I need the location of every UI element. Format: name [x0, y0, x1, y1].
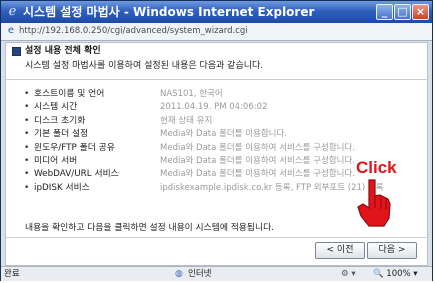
page-description: 시스템 설정 마법사를 이용하여 설정된 내용은 다음과 같습니다. — [25, 61, 264, 71]
title-bar[interactable]: ℯ 시스템 설정 마법사 - Windows Internet Explorer… — [1, 1, 432, 23]
zoom-level[interactable]: 🔍 100% ▾ — [373, 268, 418, 280]
protected-mode-icon[interactable]: ⚙ ▾ — [341, 268, 356, 280]
setting-label: ipDISK 서비스 — [34, 182, 90, 193]
setting-value: Media와 Data 폴더를 이용하여 서비스를 구성합니다. — [160, 169, 355, 180]
bullet-icon: • — [24, 169, 30, 180]
list-item: • 디스크 초기화 현재 상태 유지 — [6, 114, 427, 127]
page-icon: e — [7, 25, 15, 36]
list-item: • 기본 폴더 설정 Media와 Data 폴더를 이용합니다. — [6, 127, 427, 140]
setting-label: 기본 폴더 설정 — [34, 129, 89, 140]
setting-label: 호스트이름 및 언어 — [34, 89, 105, 99]
close-button[interactable]: × — [412, 4, 429, 20]
setting-value: 현재 상태 유지 — [160, 115, 213, 126]
setting-value: 2011.04.19. PM 04:06:02 — [160, 102, 268, 113]
setting-label: 미디어 서버 — [34, 155, 78, 166]
list-item: • 시스템 시간 2011.04.19. PM 04:06:02 — [6, 100, 427, 113]
zoom-value: 100% — [386, 269, 411, 279]
ie-logo-icon: ℯ — [8, 4, 17, 19]
setting-value: Media와 Data 폴더를 이용하여 서비스를 구성합니다. — [160, 155, 355, 166]
prev-button[interactable]: < 이전 — [315, 242, 365, 259]
setting-value: Media와 Data 폴더를 이용합니다. — [160, 129, 288, 140]
window-title: 시스템 설정 마법사 - Windows Internet Explorer — [23, 5, 315, 19]
page-title: 설정 내용 전체 확인 — [25, 46, 101, 56]
browser-window: ℯ 시스템 설정 마법사 - Windows Internet Explorer… — [0, 0, 433, 281]
setting-value: Media와 Data 폴더를 이용하여 서비스를 구성합니다. — [160, 142, 355, 153]
address-bar[interactable]: e http://192.168.0.250/cgi/advanced/syst… — [1, 23, 432, 41]
list-item: • 윈도우/FTP 폴더 공유 Media와 Data 폴더를 이용하여 서비스… — [6, 141, 427, 154]
address-text[interactable]: http://192.168.0.250/cgi/advanced/system… — [19, 25, 248, 38]
divider — [6, 237, 427, 238]
status-text: 완료 — [4, 269, 20, 279]
globe-icon: ◍ — [175, 269, 183, 279]
click-annotation: Click — [356, 158, 397, 177]
bullet-icon: • — [24, 102, 30, 113]
bullet-icon: • — [24, 115, 30, 126]
maximize-button[interactable]: □ — [394, 4, 411, 20]
next-button[interactable]: 다음 > — [367, 242, 417, 259]
pointing-hand-icon — [357, 179, 391, 227]
wizard-panel: 설정 내용 전체 확인 시스템 설정 마법사를 이용하여 설정된 내용은 다음과… — [5, 42, 428, 266]
bullet-icon: • — [24, 182, 30, 193]
setting-label: 시스템 시간 — [34, 102, 78, 113]
section-square-icon — [12, 47, 21, 56]
bullet-icon: • — [24, 142, 30, 153]
bullet-icon: • — [24, 129, 30, 140]
setting-label: 윈도우/FTP 폴더 공유 — [34, 142, 115, 153]
setting-label: 디스크 초기화 — [34, 115, 86, 126]
setting-label: WebDAV/URL 서비스 — [34, 169, 119, 180]
wizard-header: 설정 내용 전체 확인 시스템 설정 마법사를 이용하여 설정된 내용은 다음과… — [6, 43, 427, 80]
zoom-icon: 🔍 — [373, 269, 384, 279]
status-bar: 완료 ◍ 인터넷 ⚙ ▾ 🔍 100% ▾ — [1, 266, 432, 281]
security-zone: 인터넷 — [188, 269, 212, 279]
list-item: • 호스트이름 및 언어 NAS101, 한국어 — [6, 87, 427, 100]
confirm-instruction: 내용을 확인하고 다음을 클릭하면 설정 내용이 시스템에 적용됩니다. — [25, 223, 274, 233]
bullet-icon: • — [24, 155, 30, 166]
setting-value: NAS101, 한국어 — [160, 89, 223, 99]
bullet-icon: • — [24, 89, 30, 99]
minimize-button[interactable]: _ — [376, 4, 393, 20]
setting-value: ipdiskexample.ipdisk.co.kr 등록, FTP 외부포트 … — [160, 182, 384, 193]
